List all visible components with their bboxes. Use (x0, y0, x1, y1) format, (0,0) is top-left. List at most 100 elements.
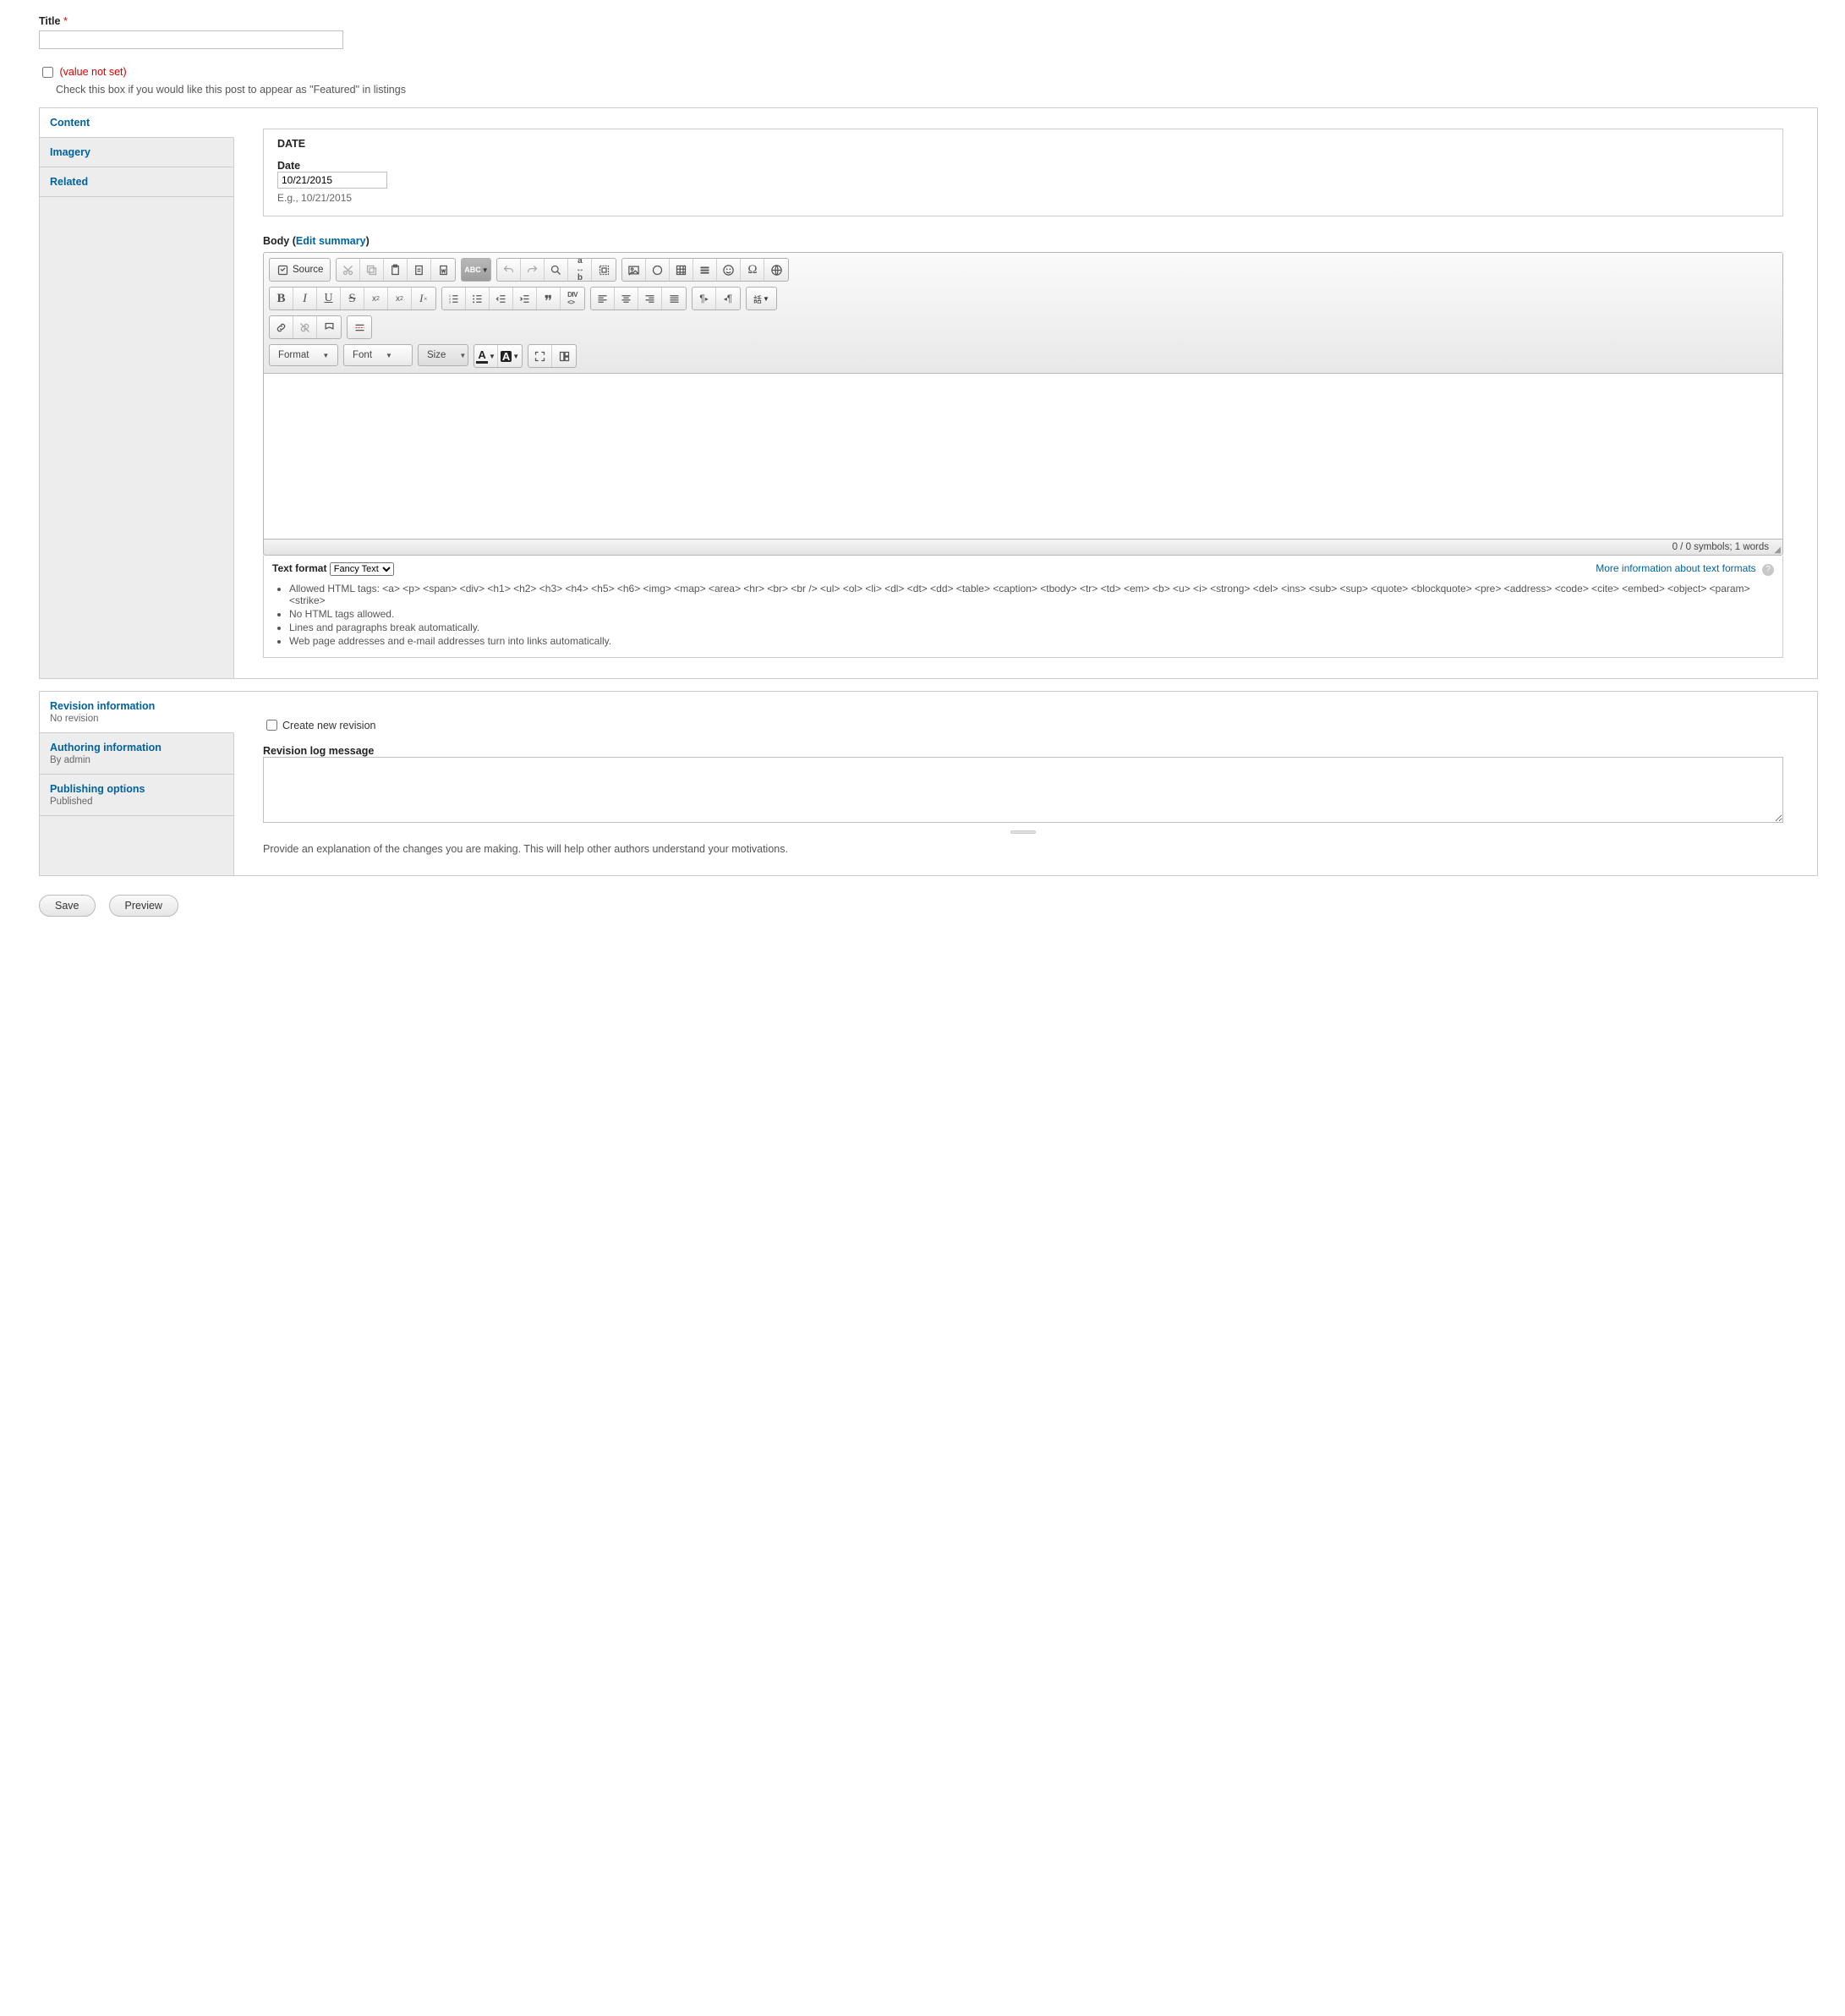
unlink-icon (298, 321, 311, 334)
creatediv-button[interactable]: DIV<> (561, 288, 584, 310)
create-revision-checkbox[interactable] (266, 720, 277, 731)
edit-summary-link[interactable]: Edit summary (296, 235, 366, 247)
featured-help: Check this box if you would like this po… (56, 84, 1818, 96)
redo-button[interactable] (521, 259, 545, 281)
numberedlist-button[interactable]: 123 (442, 288, 466, 310)
featured-checkbox[interactable] (42, 67, 53, 78)
globe-icon (770, 264, 783, 277)
find-icon (550, 264, 562, 277)
content-panel-body: DATE Date E.g., 10/21/2015 Body (Edit su… (234, 108, 1817, 678)
title-input[interactable] (39, 30, 343, 49)
ul-icon (471, 293, 484, 305)
tab-publishing-options[interactable]: Publishing options Published (40, 775, 233, 816)
underline-button[interactable]: U (317, 288, 341, 310)
ltr-button[interactable]: ¶▸ (693, 288, 716, 310)
featured-checkbox-label: (value not set) (59, 66, 126, 78)
maximize-button[interactable] (528, 345, 552, 367)
tab-related[interactable]: Related (40, 167, 233, 197)
align-left-icon (596, 293, 609, 305)
text-format-panel: Text format Fancy Text More information … (263, 556, 1783, 658)
language-button[interactable]: 話▼ (747, 288, 776, 310)
source-button[interactable]: Source (270, 259, 330, 281)
replace-button[interactable]: a↔b (568, 259, 592, 281)
tab-related-label: Related (50, 176, 88, 188)
align-center-button[interactable] (615, 288, 638, 310)
italic-button[interactable]: I (293, 288, 317, 310)
editor-content[interactable] (264, 374, 1782, 539)
smiley-icon (722, 264, 735, 277)
align-right-button[interactable] (638, 288, 662, 310)
font-dropdown[interactable]: Font▼ (343, 344, 413, 366)
strike-button[interactable]: S (341, 288, 364, 310)
align-center-icon (620, 293, 632, 305)
date-input[interactable] (277, 172, 387, 189)
tab-content[interactable]: Content (40, 108, 234, 138)
copy-button[interactable] (360, 259, 384, 281)
revision-log-textarea[interactable] (263, 757, 1783, 823)
align-justify-icon (668, 293, 681, 305)
hr-button[interactable] (693, 259, 717, 281)
size-dropdown[interactable]: Size▼ (418, 344, 468, 366)
tab-revision-info[interactable]: Revision information No revision (40, 692, 234, 733)
unlink-button[interactable] (293, 316, 317, 338)
date-legend: DATE (264, 129, 1782, 150)
paste-word-icon (437, 264, 450, 277)
date-example: E.g., 10/21/2015 (277, 192, 1769, 204)
tab-imagery[interactable]: Imagery (40, 138, 233, 167)
bold-button[interactable]: B (270, 288, 293, 310)
resize-handle[interactable] (263, 824, 1783, 836)
text-format-help-link[interactable]: More information about text formats (1596, 562, 1755, 574)
smiley-button[interactable] (717, 259, 741, 281)
anchor-button[interactable] (317, 316, 341, 338)
editor-toolbar: Source ABC▼ (264, 253, 1782, 374)
bulletedlist-button[interactable] (466, 288, 490, 310)
format-dropdown[interactable]: Format▼ (269, 344, 338, 366)
align-left-button[interactable] (591, 288, 615, 310)
svg-text:3: 3 (449, 300, 451, 304)
paste-word-button[interactable] (431, 259, 455, 281)
indent-button[interactable] (513, 288, 537, 310)
outdent-button[interactable] (490, 288, 513, 310)
align-justify-button[interactable] (662, 288, 686, 310)
specialchar-button[interactable]: Ω (741, 259, 764, 281)
tf-help-item: Web page addresses and e-mail addresses … (289, 635, 1774, 647)
textcolor-button[interactable]: A▼ (474, 345, 498, 367)
superscript-button[interactable]: x2 (388, 288, 412, 310)
chevron-down-icon: ▼ (489, 353, 495, 360)
outdent-icon (495, 293, 507, 305)
tab-authoring-info[interactable]: Authoring information By admin (40, 733, 233, 775)
content-panel: Content Imagery Related DATE Date E.g., … (39, 107, 1818, 679)
link-icon (275, 321, 287, 334)
blockquote-button[interactable]: ❞ (537, 288, 561, 310)
paste-button[interactable] (384, 259, 408, 281)
table-button[interactable] (670, 259, 693, 281)
flash-button[interactable] (646, 259, 670, 281)
help-icon[interactable]: ? (1762, 564, 1774, 576)
iframe-button[interactable] (764, 259, 788, 281)
ol-icon: 123 (447, 293, 460, 305)
save-button[interactable]: Save (39, 895, 96, 917)
featured-checkbox-row[interactable]: (value not set) (39, 66, 127, 78)
rtl-button[interactable]: ◂¶ (716, 288, 740, 310)
subscript-button[interactable]: x2 (364, 288, 388, 310)
pagebreak-button[interactable] (348, 316, 371, 338)
link-button[interactable] (270, 316, 293, 338)
selectall-icon (598, 264, 610, 277)
selectall-button[interactable] (592, 259, 616, 281)
preview-button[interactable]: Preview (109, 895, 178, 917)
hr-icon (698, 264, 711, 277)
undo-button[interactable] (497, 259, 521, 281)
text-format-select[interactable]: Fancy Text (330, 562, 394, 576)
spellcheck-button[interactable]: ABC▼ (462, 259, 490, 281)
vertical-tabs-filler (40, 197, 233, 678)
bgcolor-button[interactable]: A▼ (498, 345, 522, 367)
required-indicator: * (63, 15, 68, 27)
paste-text-button[interactable] (408, 259, 431, 281)
cut-button[interactable] (337, 259, 360, 281)
flash-icon (651, 264, 664, 277)
image-button[interactable] (622, 259, 646, 281)
find-button[interactable] (545, 259, 568, 281)
body-label: Body (Edit summary) (263, 235, 1783, 247)
removeformat-button[interactable]: I× (412, 288, 435, 310)
showblocks-button[interactable] (552, 345, 576, 367)
